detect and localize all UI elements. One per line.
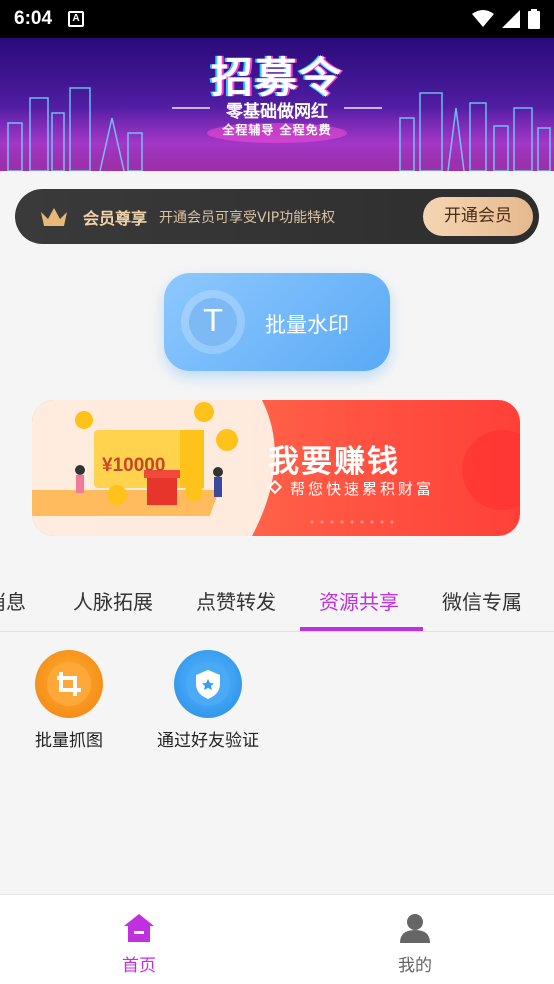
tool-label: 批量抓图 — [35, 731, 103, 751]
bottom-navigation: 首页 我的 — [0, 894, 554, 984]
earn-title: 我要赚钱 — [268, 444, 400, 480]
battery-icon — [528, 9, 540, 29]
signal-icon — [502, 10, 520, 28]
nav-mine[interactable]: 我的 — [375, 913, 455, 976]
status-indicators — [472, 9, 540, 29]
banner-tagline: 全程辅导 全程免费 — [222, 123, 332, 137]
tool-label: 通过好友验证 — [157, 731, 259, 751]
home-icon — [124, 914, 154, 942]
nav-mine-label: 我的 — [398, 956, 432, 976]
earn-money-banner[interactable]: ¥10000 我要赚钱 帮您快速累积财富 — [32, 400, 520, 536]
notification-icon: A — [68, 11, 85, 27]
earn-amount: ¥10000 — [102, 455, 166, 476]
vip-description: 开通会员可享受VIP功能特权 — [159, 209, 336, 226]
tab-wechat-exclusive[interactable]: 微信专属 — [442, 586, 522, 615]
category-tabs: 消息 人脉拓展 点赞转发 资源共享 微信专属 — [0, 570, 554, 632]
promo-banner[interactable]: 招募令 零基础做网红 全程辅导 全程免费 — [0, 38, 554, 171]
vip-title: 会员尊享 — [83, 208, 148, 228]
text-t-icon: T — [189, 298, 237, 346]
batch-watermark-label: 批量水印 — [265, 313, 349, 337]
status-bar: 6:04 A — [0, 0, 554, 38]
open-membership-button[interactable]: 开通会员 — [423, 197, 533, 236]
tool-batch-grab[interactable]: 批量抓图 — [28, 650, 110, 751]
vip-membership-bar[interactable]: 会员尊享 开通会员可享受VIP功能特权 开通会员 — [15, 189, 539, 244]
shield-star-icon — [174, 650, 242, 718]
nav-home[interactable]: 首页 — [99, 913, 179, 976]
batch-watermark-button[interactable]: T 批量水印 — [164, 273, 390, 371]
user-icon — [400, 914, 430, 943]
tab-messages[interactable]: 消息 — [0, 586, 26, 615]
active-tab-indicator — [300, 627, 423, 631]
tool-friend-verification[interactable]: 通过好友验证 — [150, 650, 266, 751]
banner-subtitle: 零基础做网红 — [226, 102, 328, 122]
crop-icon — [35, 650, 103, 718]
watermark-icon-ring: T — [181, 290, 245, 354]
nav-home-label: 首页 — [122, 956, 156, 976]
earn-subtitle: 帮您快速累积财富 — [290, 480, 435, 498]
tab-resource-sharing[interactable]: 资源共享 — [319, 586, 399, 615]
wifi-icon — [472, 10, 494, 27]
tab-like-forward[interactable]: 点赞转发 — [196, 586, 276, 615]
banner-title: 招募令 — [210, 53, 343, 102]
status-time: 6:04 — [14, 8, 53, 29]
tab-network-expansion[interactable]: 人脉拓展 — [73, 586, 153, 615]
crown-icon — [41, 207, 67, 226]
